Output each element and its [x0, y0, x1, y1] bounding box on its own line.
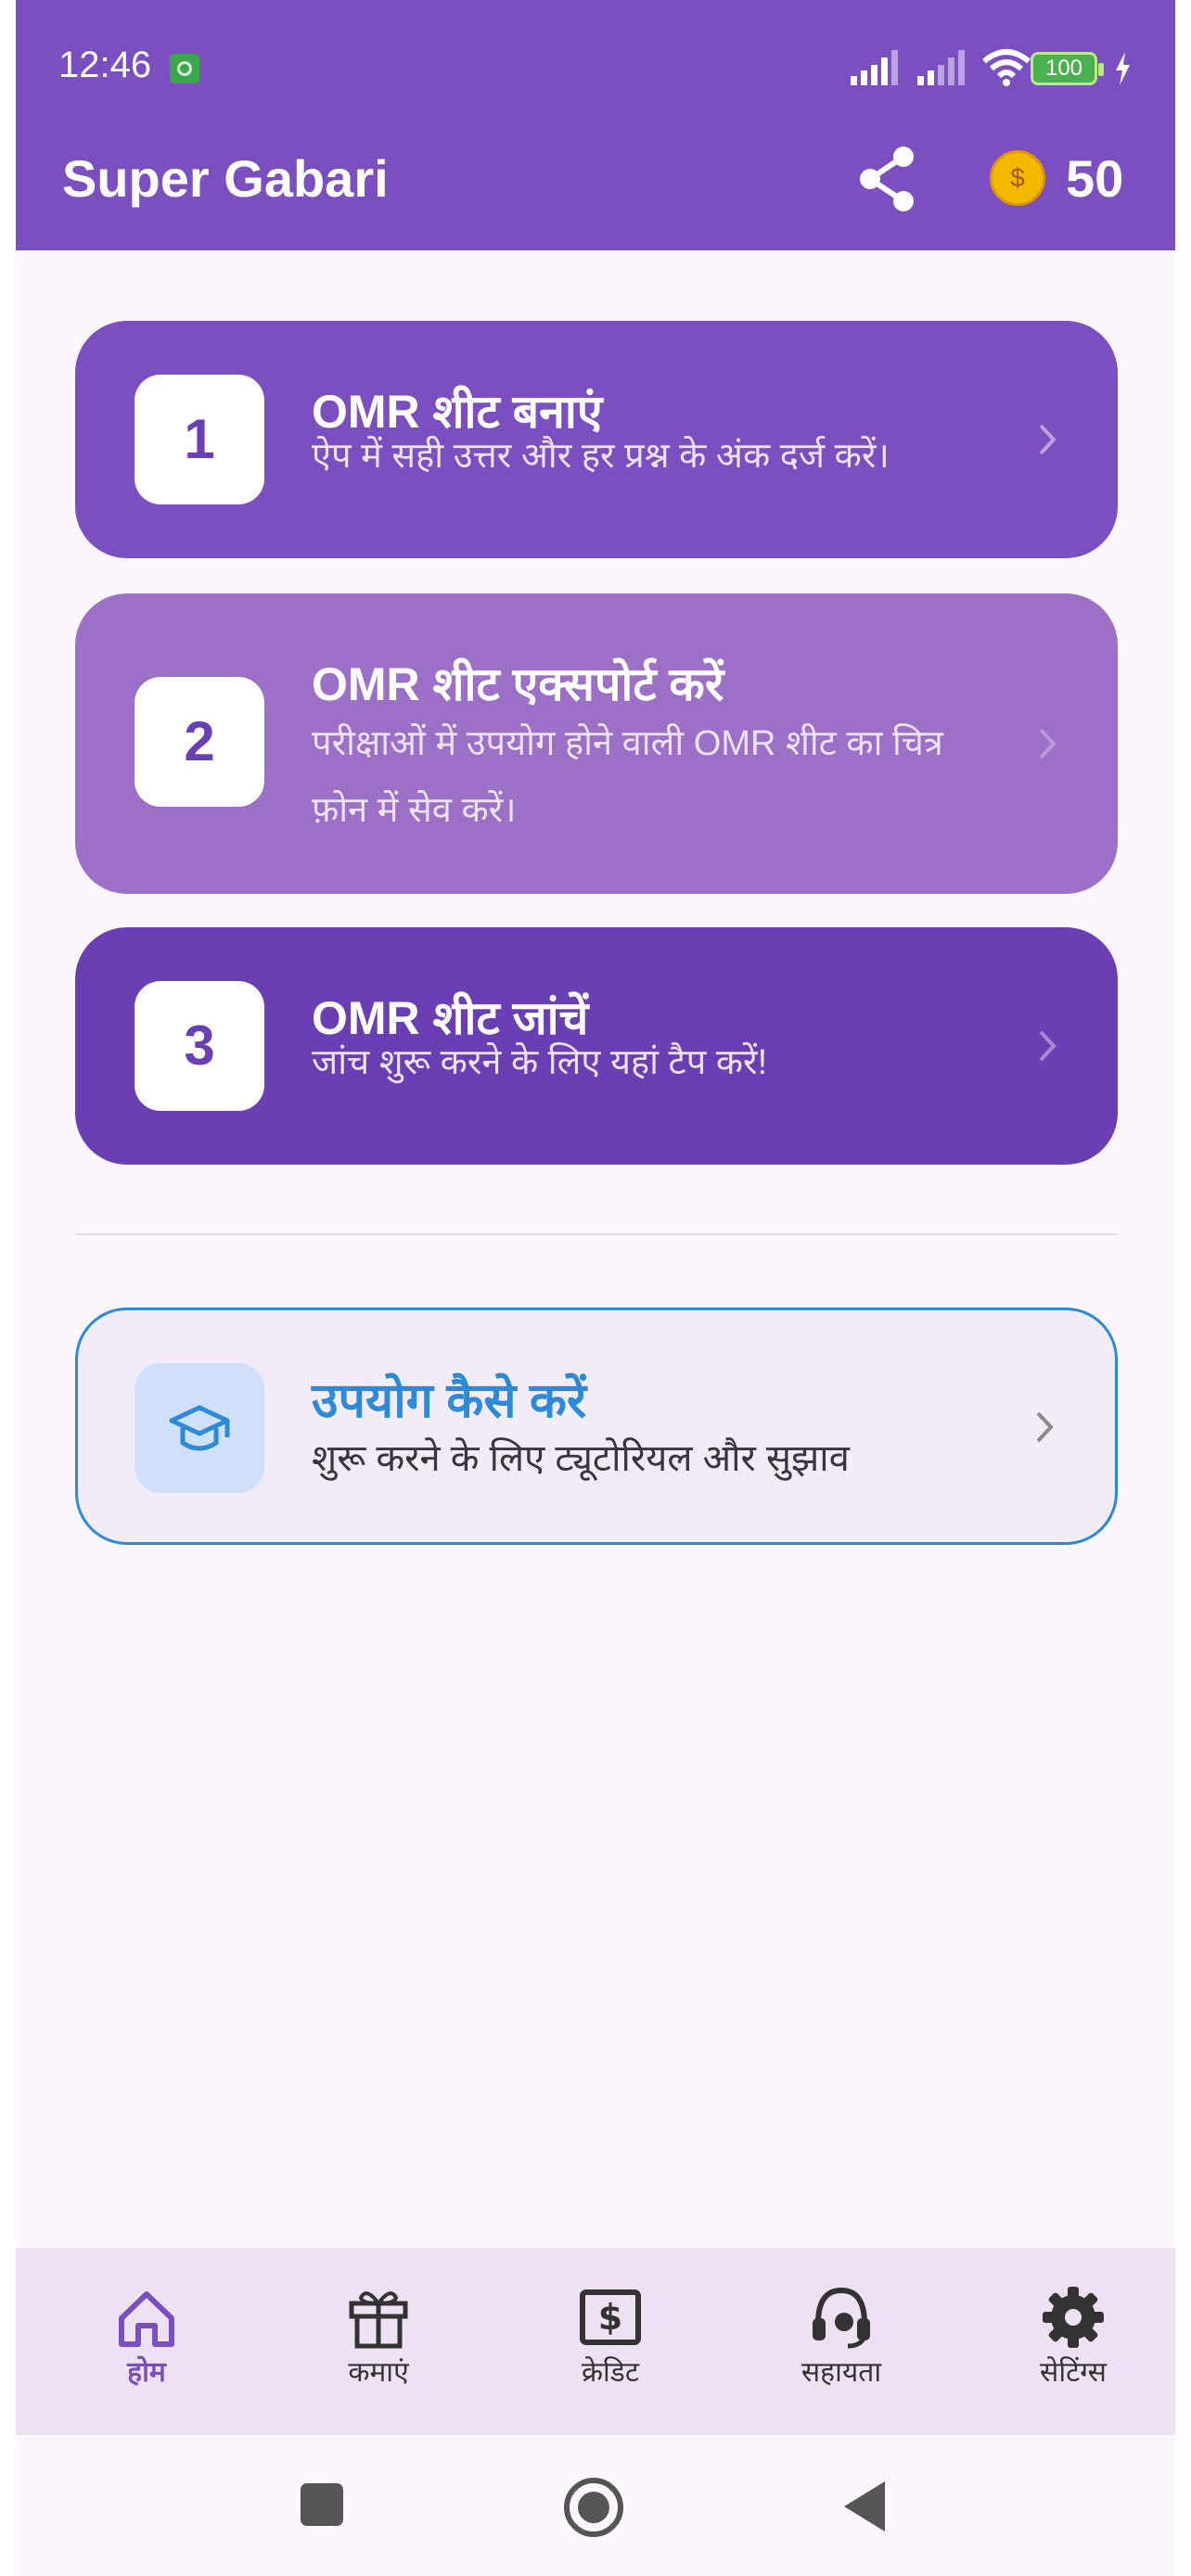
nav-label: क्रेडिट — [582, 2357, 639, 2388]
headset-icon — [813, 2287, 870, 2349]
recent-apps-button[interactable] — [301, 2483, 343, 2526]
graduation-cap-icon — [134, 1363, 264, 1493]
nav-item-home[interactable]: होम — [72, 2285, 221, 2390]
chevron-right-icon — [1039, 1030, 1057, 1062]
app-title: Super Gabari — [62, 149, 389, 208]
how-to-use-description: शुरू करने के लिए ट्यूटोरियल और सुझाव — [312, 1438, 850, 1479]
step-card-check-omr[interactable]: 3 OMR शीट जांचें जांच शुरू करने के लिए य… — [75, 927, 1118, 1165]
gear-icon — [1043, 2287, 1104, 2348]
status-time: 12:46 — [58, 45, 152, 85]
app-header: 12:46 100 Super Gabari $ 50 — [16, 0, 1175, 250]
nav-item-support[interactable]: सहायता — [767, 2285, 916, 2390]
step-number-badge: 2 — [134, 677, 264, 807]
step-number-badge: 1 — [134, 375, 264, 504]
nav-label: कमाएं — [348, 2357, 409, 2388]
step-card-create-omr[interactable]: 1 OMR शीट बनाएं ऐप में सही उत्तर और हर प… — [75, 321, 1118, 558]
step-title: OMR शीट एक्सपोर्ट करें — [312, 658, 724, 710]
nav-label: सेटिंग्स — [1040, 2357, 1107, 2388]
nav-label: होम — [127, 2357, 166, 2388]
section-divider — [75, 1233, 1118, 1235]
signal-icon-2 — [917, 50, 965, 85]
coin-icon: $ — [990, 150, 1045, 206]
how-to-use-card[interactable]: उपयोग कैसे करें शुरू करने के लिए ट्यूटोर… — [75, 1307, 1118, 1545]
signal-icon — [851, 50, 898, 85]
how-to-use-title: उपयोग कैसे करें — [312, 1374, 587, 1428]
step-description: जांच शुरू करने के लिए यहां टैप करें! — [312, 1043, 768, 1082]
chevron-right-icon — [1036, 1411, 1054, 1443]
nav-item-earn[interactable]: कमाएं — [304, 2285, 453, 2390]
home-button[interactable] — [563, 2477, 624, 2538]
coin-balance: 50 — [1066, 149, 1124, 208]
charging-icon — [1116, 52, 1130, 85]
battery-indicator: 100 — [1031, 52, 1104, 85]
nav-item-credit[interactable]: $ क्रेडिट — [536, 2285, 685, 2390]
step-card-export-omr[interactable]: 2 OMR शीट एक्सपोर्ट करें परीक्षाओं में उ… — [75, 593, 1118, 894]
chevron-right-icon — [1039, 728, 1057, 759]
gift-icon — [349, 2291, 408, 2349]
share-icon[interactable] — [855, 144, 920, 214]
home-icon — [119, 2291, 174, 2347]
step-number-badge: 3 — [134, 981, 264, 1111]
step-description: परीक्षाओं में उपयोग होने वाली OMR शीट का… — [312, 724, 943, 830]
nav-label: सहायता — [800, 2357, 882, 2388]
chevron-right-icon — [1039, 424, 1057, 455]
nav-item-settings[interactable]: सेटिंग्स — [999, 2285, 1147, 2390]
system-navigation-bar — [16, 2435, 1175, 2576]
bottom-navigation: होम कमाएं $ क्रेडिट सहायता सेटिंग्स — [16, 2248, 1175, 2435]
svg-text:$: $ — [598, 2297, 622, 2338]
dollar-card-icon: $ — [580, 2289, 641, 2345]
notification-app-icon — [170, 54, 199, 83]
back-button[interactable] — [840, 2480, 887, 2533]
app-screen: 12:46 100 Super Gabari $ 50 1 OMR शीट बन… — [16, 0, 1175, 2576]
step-description: ऐप में सही उत्तर और हर प्रश्न के अंक दर्… — [312, 437, 890, 476]
wifi-icon — [982, 49, 1031, 86]
